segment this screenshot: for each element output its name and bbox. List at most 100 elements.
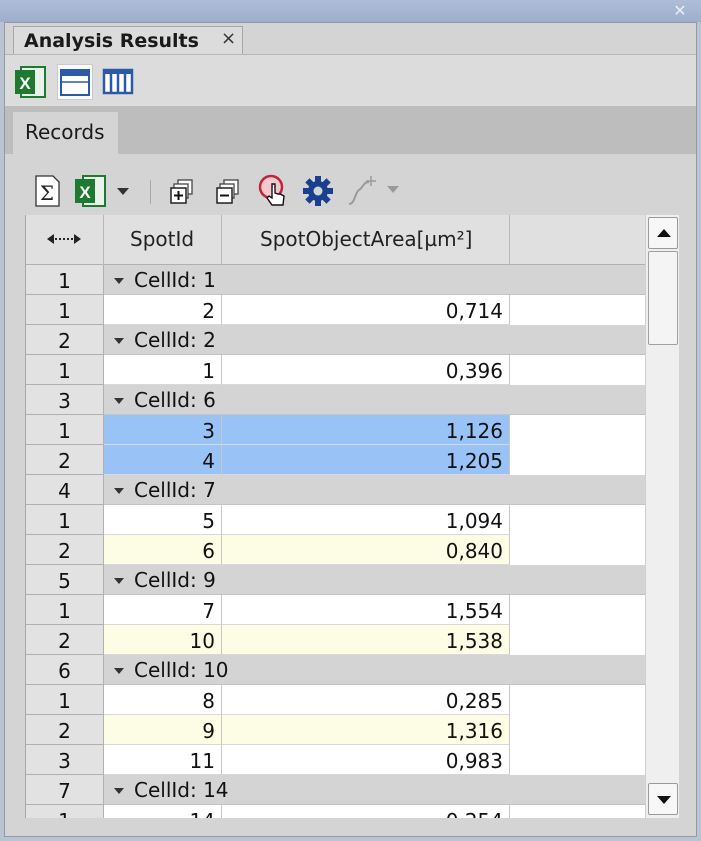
- close-icon[interactable]: ✕: [671, 2, 689, 20]
- spotobjectarea-cell[interactable]: 0,285: [222, 685, 510, 715]
- settings-gear-icon[interactable]: [301, 174, 335, 208]
- row-number[interactable]: 2: [26, 535, 104, 565]
- spotid-cell[interactable]: 1: [104, 355, 222, 385]
- pick-cursor-icon[interactable]: [257, 174, 291, 208]
- scroll-up-button[interactable]: [648, 217, 678, 249]
- row-number[interactable]: 4: [26, 475, 104, 505]
- row-number[interactable]: 1: [26, 685, 104, 715]
- table-row[interactable]: 1 5 1,094: [26, 505, 645, 535]
- scroll-thumb[interactable]: [648, 251, 678, 345]
- tab-records[interactable]: Records: [13, 112, 118, 154]
- row-number[interactable]: 1: [26, 355, 104, 385]
- group-header[interactable]: CellId: 1: [104, 265, 645, 295]
- table-row[interactable]: 1 3 1,126: [26, 415, 645, 445]
- group-header[interactable]: CellId: 9: [104, 565, 645, 595]
- collapse-arrow-icon[interactable]: [114, 398, 124, 404]
- table-row[interactable]: 1 1 0,396: [26, 355, 645, 385]
- collapse-all-icon[interactable]: [215, 174, 243, 208]
- table-row[interactable]: 3 11 0,983: [26, 745, 645, 775]
- table-row[interactable]: 1 8 0,285: [26, 685, 645, 715]
- table-row[interactable]: 2 4 1,205: [26, 445, 645, 475]
- row-number[interactable]: 1: [26, 595, 104, 625]
- spotid-cell[interactable]: 11: [104, 745, 222, 775]
- column-resize-handle[interactable]: [26, 215, 104, 265]
- group-header[interactable]: CellId: 6: [104, 385, 645, 415]
- row-number[interactable]: 3: [26, 385, 104, 415]
- spotid-cell[interactable]: 14: [104, 805, 222, 818]
- group-header[interactable]: CellId: 14: [104, 775, 645, 805]
- spotid-cell[interactable]: 2: [104, 295, 222, 325]
- sum-icon[interactable]: Σ: [33, 174, 61, 208]
- spotid-cell[interactable]: 6: [104, 535, 222, 565]
- collapse-arrow-icon[interactable]: [114, 788, 124, 794]
- table-row[interactable]: 2 6 0,840: [26, 535, 645, 565]
- group-row[interactable]: 2 CellId: 2: [26, 325, 645, 355]
- group-header[interactable]: CellId: 2: [104, 325, 645, 355]
- row-number[interactable]: 6: [26, 655, 104, 685]
- spotobjectarea-cell[interactable]: 1,316: [222, 715, 510, 745]
- group-row[interactable]: 1 CellId: 1: [26, 265, 645, 295]
- group-label: CellId: 10: [134, 658, 229, 682]
- collapse-arrow-icon[interactable]: [114, 278, 124, 284]
- row-number[interactable]: 2: [26, 325, 104, 355]
- records-toolbar: Σ X: [5, 154, 696, 214]
- tab-close-icon[interactable]: ×: [221, 28, 236, 49]
- spotid-cell[interactable]: 5: [104, 505, 222, 535]
- records-grid[interactable]: SpotId SpotObjectArea[µm²] 1 CellId: 1120…: [25, 215, 645, 818]
- spotobjectarea-cell[interactable]: 1,205: [222, 445, 510, 475]
- expand-all-icon[interactable]: [169, 174, 197, 208]
- row-number[interactable]: 1: [26, 295, 104, 325]
- column-header-spotid[interactable]: SpotId: [104, 215, 222, 265]
- spotobjectarea-cell[interactable]: 0,254: [222, 805, 510, 818]
- collapse-arrow-icon[interactable]: [114, 488, 124, 494]
- row-number[interactable]: 3: [26, 745, 104, 775]
- spotobjectarea-cell[interactable]: 1,538: [222, 625, 510, 655]
- table-row[interactable]: 1 7 1,554: [26, 595, 645, 625]
- spotid-cell[interactable]: 4: [104, 445, 222, 475]
- group-header[interactable]: CellId: 7: [104, 475, 645, 505]
- spotobjectarea-cell[interactable]: 0,714: [222, 295, 510, 325]
- tab-analysis-results[interactable]: Analysis Results ×: [13, 26, 243, 54]
- collapse-arrow-icon[interactable]: [114, 578, 124, 584]
- spotobjectarea-cell[interactable]: 0,840: [222, 535, 510, 565]
- group-row[interactable]: 6 CellId: 10: [26, 655, 645, 685]
- group-row[interactable]: 4 CellId: 7: [26, 475, 645, 505]
- table-row[interactable]: 1140,254: [26, 805, 645, 818]
- collapse-arrow-icon[interactable]: [114, 338, 124, 344]
- scroll-down-button[interactable]: [648, 783, 678, 815]
- row-number[interactable]: 2: [26, 625, 104, 655]
- group-header[interactable]: CellId: 10: [104, 655, 645, 685]
- spotobjectarea-cell[interactable]: 1,094: [222, 505, 510, 535]
- spotid-cell[interactable]: 9: [104, 715, 222, 745]
- spotobjectarea-cell[interactable]: 0,396: [222, 355, 510, 385]
- row-number[interactable]: 1: [26, 805, 104, 818]
- columns-view-icon[interactable]: [101, 64, 137, 100]
- arrow-down-icon: [657, 796, 671, 804]
- spotobjectarea-cell[interactable]: 1,126: [222, 415, 510, 445]
- group-row[interactable]: 5 CellId: 9: [26, 565, 645, 595]
- spotobjectarea-cell[interactable]: 0,983: [222, 745, 510, 775]
- row-number[interactable]: 1: [26, 415, 104, 445]
- table-view-icon[interactable]: [57, 64, 93, 100]
- excel-dropdown-icon[interactable]: X: [73, 174, 135, 208]
- spotid-cell[interactable]: 8: [104, 685, 222, 715]
- table-row[interactable]: 2 10 1,538: [26, 625, 645, 655]
- group-row[interactable]: 7 CellId: 14: [26, 775, 645, 805]
- row-number[interactable]: 2: [26, 445, 104, 475]
- spotid-cell[interactable]: 3: [104, 415, 222, 445]
- row-number[interactable]: 1: [26, 265, 104, 295]
- collapse-arrow-icon[interactable]: [114, 668, 124, 674]
- spotid-cell[interactable]: 7: [104, 595, 222, 625]
- table-row[interactable]: 2 9 1,316: [26, 715, 645, 745]
- vertical-scrollbar[interactable]: [645, 215, 679, 818]
- row-number[interactable]: 2: [26, 715, 104, 745]
- table-row[interactable]: 1 2 0,714: [26, 295, 645, 325]
- excel-export-icon[interactable]: X: [13, 64, 49, 100]
- group-row[interactable]: 3 CellId: 6: [26, 385, 645, 415]
- spotobjectarea-cell[interactable]: 1,554: [222, 595, 510, 625]
- row-number[interactable]: 7: [26, 775, 104, 805]
- row-number[interactable]: 1: [26, 505, 104, 535]
- spotid-cell[interactable]: 10: [104, 625, 222, 655]
- row-number[interactable]: 5: [26, 565, 104, 595]
- column-header-spotobjectarea[interactable]: SpotObjectArea[µm²]: [222, 215, 510, 265]
